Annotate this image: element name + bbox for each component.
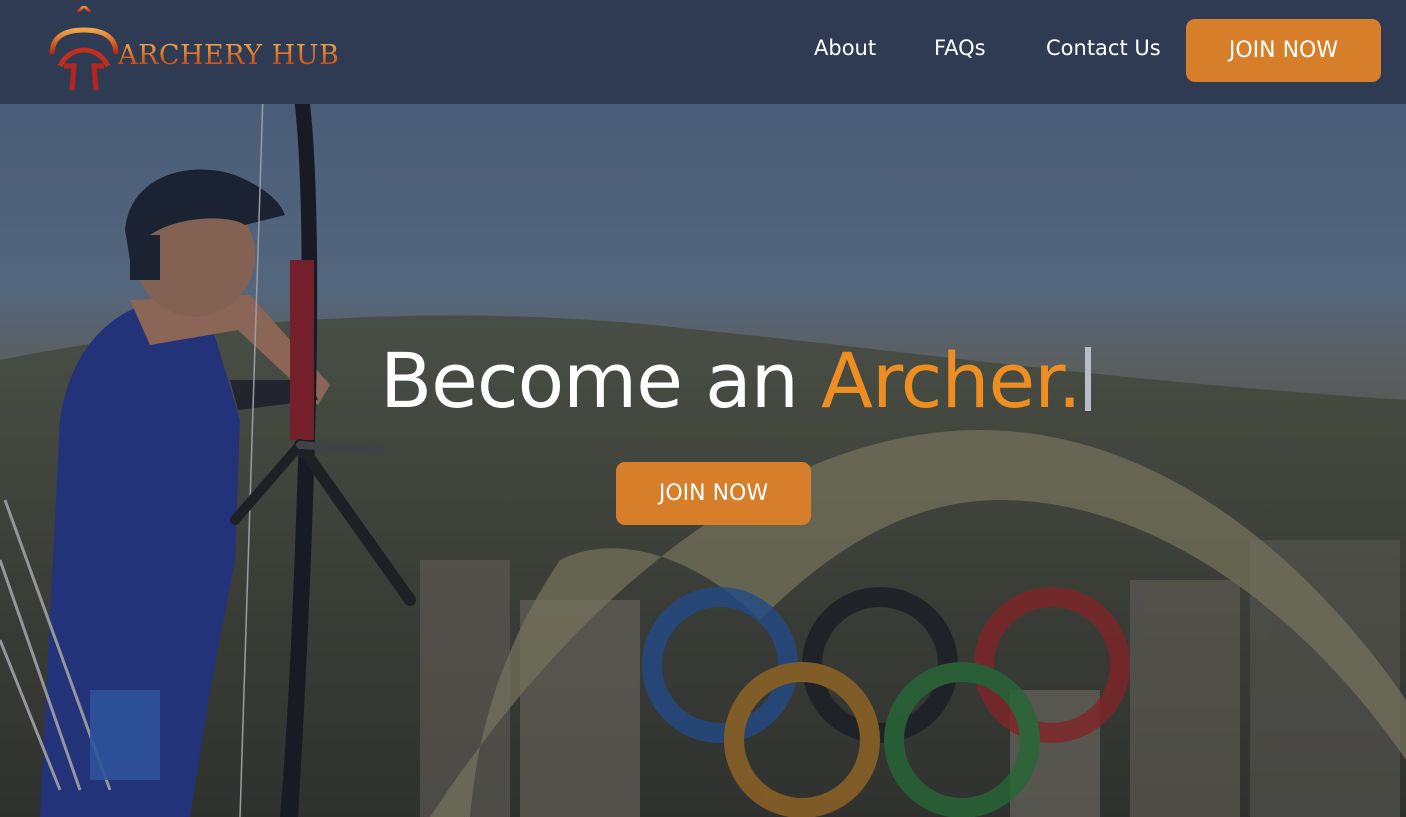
headline-accent: Archer. <box>821 336 1082 425</box>
brand-logo[interactable]: ARCHERY HUB <box>46 6 346 98</box>
headline-lead: Become an <box>380 336 822 425</box>
hero-headline: Become an Archer. <box>380 333 1091 429</box>
top-navbar: ARCHERY HUB About FAQs Contact Us JOIN N… <box>0 0 1406 104</box>
nav-link-contact-us[interactable]: Contact Us <box>1046 36 1161 60</box>
typing-cursor <box>1084 347 1091 411</box>
bow-arrow-logo-icon <box>49 6 119 96</box>
nav-link-about[interactable]: About <box>814 36 876 60</box>
hero-section: Become an Archer. JOIN NOW <box>0 0 1406 817</box>
hero-join-now-button[interactable]: JOIN NOW <box>616 462 811 525</box>
nav-join-now-button[interactable]: JOIN NOW <box>1186 19 1381 82</box>
nav-link-faqs[interactable]: FAQs <box>934 36 986 60</box>
brand-name: ARCHERY HUB <box>118 40 340 71</box>
